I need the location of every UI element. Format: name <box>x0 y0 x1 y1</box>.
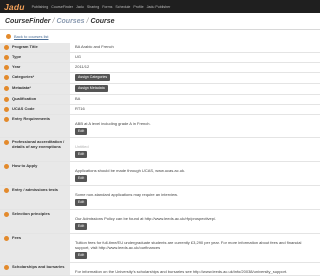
field-row: Categories* Assign Categories <box>0 73 320 84</box>
field-row: Entry / admissions tests Some non-standa… <box>0 186 320 210</box>
field-row: Year 2011/12 <box>0 63 320 73</box>
field-row: Entry Requirements ABB at A level includ… <box>0 115 320 138</box>
field-value: Untitled <box>75 144 89 149</box>
field-label: Professional accreditation / details of … <box>0 138 70 161</box>
back-link[interactable]: Back to courses list <box>0 31 320 42</box>
edit-button[interactable]: Edit <box>75 151 88 158</box>
top-nav: Publishing CourseFinder Jadu Sharing For… <box>32 5 171 9</box>
info-icon <box>4 85 9 91</box>
title-separator: / <box>52 17 55 25</box>
field-label: Type <box>0 53 70 62</box>
field-value: Applications should be made through UCAS… <box>75 168 186 173</box>
field-row: Scholarships and bursaries For informati… <box>0 263 320 276</box>
field-value: ABB at A level including grade A in Fren… <box>75 121 151 126</box>
field-value: RT16 <box>75 106 85 111</box>
field-value: Some non-standard applications may requi… <box>75 192 178 197</box>
info-icon <box>4 163 9 169</box>
topnav-item[interactable]: CourseFinder <box>51 5 73 9</box>
field-label: UCAS Code <box>0 105 70 114</box>
field-value: BA Arabic and French <box>75 44 114 49</box>
info-icon <box>4 96 9 102</box>
field-label: Selection principles <box>0 210 70 233</box>
field-row: UCAS Code RT16 <box>0 105 320 115</box>
info-icon <box>4 264 9 270</box>
topnav-item[interactable]: Sharing <box>87 5 99 9</box>
info-icon <box>4 54 9 60</box>
edit-button[interactable]: Edit <box>75 252 88 259</box>
field-row: Qualification BA <box>0 95 320 105</box>
edit-button[interactable]: Edit <box>75 223 88 230</box>
field-row: Fees Tuition fees for full-time/EU under… <box>0 234 320 263</box>
topnav-item[interactable]: Jadu Publisher <box>147 5 171 9</box>
field-label: Year <box>0 63 70 72</box>
topnav-item[interactable]: Schedule <box>115 5 130 9</box>
field-row: Program Title BA Arabic and French <box>0 43 320 53</box>
top-bar: Jadu Publishing CourseFinder Jadu Sharin… <box>0 0 320 13</box>
field-value: For information on the University's scho… <box>75 269 288 274</box>
title-separator: / <box>86 17 89 25</box>
title-part[interactable]: Courses <box>56 18 84 25</box>
app-logo: Jadu <box>4 1 25 12</box>
topnav-item[interactable]: Profile <box>133 5 143 9</box>
field-value: Our Admissions Policy can be found at ht… <box>75 216 217 221</box>
field-label: Entry / admissions tests <box>0 186 70 209</box>
field-label: How to Apply <box>0 162 70 185</box>
field-row: Professional accreditation / details of … <box>0 138 320 162</box>
field-label: Scholarships and bursaries <box>0 263 70 275</box>
info-icon <box>4 116 9 122</box>
field-row: Selection principles Our Admissions Poli… <box>0 210 320 234</box>
field-row: How to Apply Applications should be made… <box>0 162 320 186</box>
field-label: Program Title <box>0 43 70 52</box>
field-label: Qualification <box>0 95 70 104</box>
info-icon <box>4 187 9 193</box>
course-fields: Program Title BA Arabic and French Type … <box>0 43 320 276</box>
field-value: UG <box>75 54 81 59</box>
assign-metadata-button[interactable]: Assign Metadata <box>75 85 108 92</box>
field-value: 2011/12 <box>75 64 90 69</box>
info-icon <box>4 106 9 112</box>
info-icon <box>4 74 9 80</box>
edit-button[interactable]: Edit <box>75 128 88 135</box>
back-arrow-icon <box>6 34 11 39</box>
info-icon <box>4 64 9 70</box>
edit-button[interactable]: Edit <box>75 199 88 206</box>
field-value: BA <box>75 96 81 101</box>
assign-categories-button[interactable]: Assign Categories <box>75 74 111 81</box>
field-label: Metadata* <box>0 84 70 94</box>
back-link-label[interactable]: Back to courses list <box>14 34 48 39</box>
field-label: Entry Requirements <box>0 115 70 137</box>
info-icon <box>4 211 9 217</box>
edit-button[interactable]: Edit <box>75 175 88 182</box>
info-icon <box>4 44 9 50</box>
field-row: Metadata* Assign Metadata <box>0 84 320 95</box>
info-icon <box>4 139 9 145</box>
title-part: Course <box>90 17 115 25</box>
topnav-item[interactable]: Jadu <box>76 5 84 9</box>
topnav-item[interactable]: Publishing <box>32 5 49 9</box>
title-part[interactable]: CourseFinder <box>5 18 51 25</box>
topnav-item[interactable]: Forms <box>102 5 112 9</box>
field-label: Categories* <box>0 73 70 83</box>
field-row: Type UG <box>0 53 320 63</box>
field-value: Tuition fees for full-time/EU undergradu… <box>75 240 302 250</box>
field-label: Fees <box>0 234 70 262</box>
page-title: CourseFinder / Courses / Course <box>0 13 320 30</box>
